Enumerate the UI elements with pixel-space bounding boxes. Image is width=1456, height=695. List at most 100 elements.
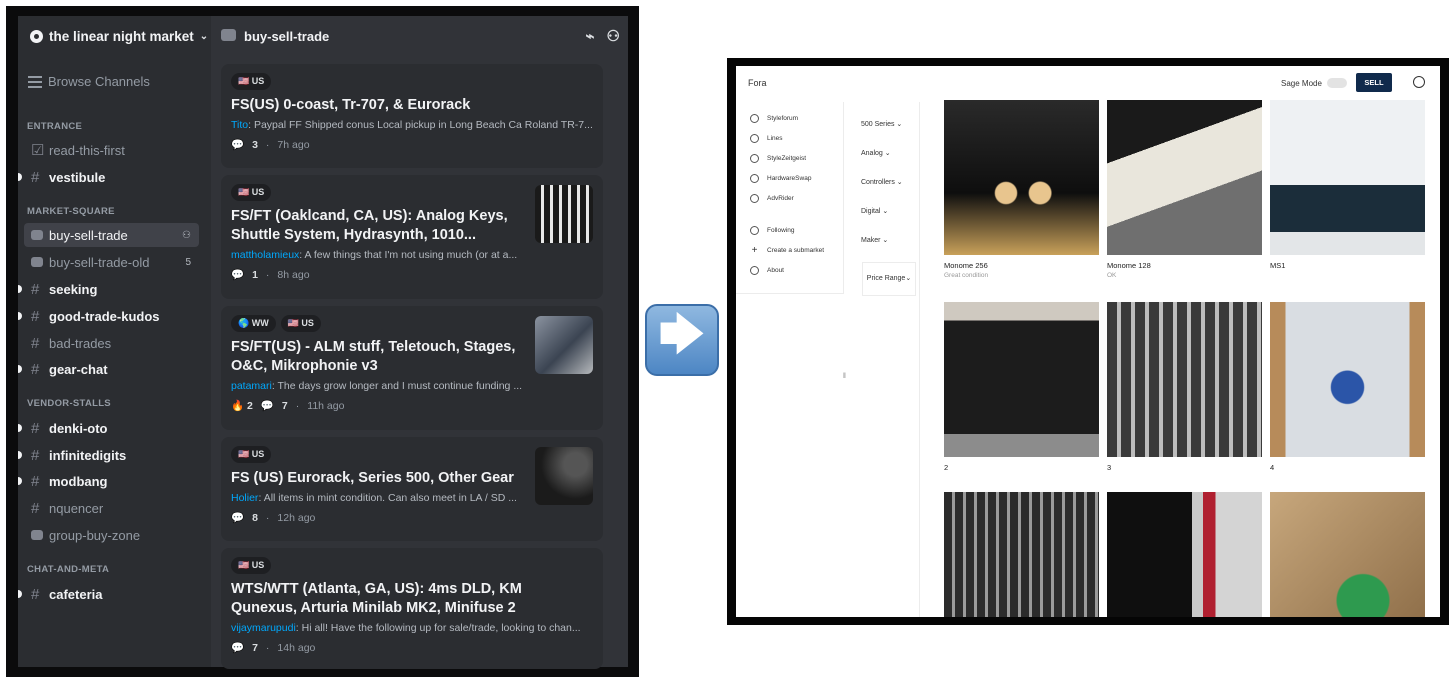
filter-maker[interactable]: Maker ⌄ <box>861 236 888 244</box>
listing-card[interactable] <box>1107 492 1262 617</box>
listing-title: Monome 256 <box>944 261 988 270</box>
channel-label: buy-sell-trade-old <box>49 254 150 270</box>
unread-indicator <box>18 424 22 432</box>
listing-image[interactable] <box>944 492 1099 617</box>
submarket-item[interactable]: Lines <box>750 134 783 143</box>
forum-post[interactable]: 🇺🇸 US WTS/WTT (Atlanta, GA, US): 4ms DLD… <box>221 548 603 669</box>
filter-analog[interactable]: Analog ⌄ <box>861 149 891 157</box>
channel-group-buy-zone[interactable]: group-buy-zone <box>24 523 199 547</box>
about-link[interactable]: About <box>750 266 784 275</box>
channel-gear-chat[interactable]: # gear-chat <box>18 357 199 381</box>
listing-card[interactable] <box>944 492 1099 617</box>
tag-badge[interactable]: 🇺🇸 US <box>231 184 272 201</box>
listing-image[interactable] <box>1107 302 1262 457</box>
reply-count: 1 <box>252 268 258 281</box>
post-thumbnail[interactable] <box>535 316 593 374</box>
submarket-item[interactable]: Styleforum <box>750 114 798 123</box>
channel-seeking[interactable]: # seeking <box>18 277 199 301</box>
submarket-item[interactable]: AdvRider <box>750 194 794 203</box>
channel-vestibule[interactable]: # vestibule <box>18 165 199 189</box>
server-header[interactable]: the linear night market ⌄ <box>18 16 211 56</box>
replies-icon: 💬 <box>231 139 245 151</box>
add-member-icon[interactable]: ⚇ <box>182 230 191 241</box>
listing-card[interactable]: MS1 <box>1270 100 1425 272</box>
channel-buy-sell-trade[interactable]: buy-sell-trade ⚇ <box>24 223 199 247</box>
filter-digital[interactable]: Digital ⌄ <box>861 207 888 215</box>
submarket-item[interactable]: StyleZeitgeist <box>750 154 806 163</box>
forum-post[interactable]: 🇺🇸 US FS(US) 0-coast, Tr-707, & Eurorack… <box>221 64 603 168</box>
category-market-square[interactable]: MARKET-SQUARE <box>27 206 115 217</box>
listing-image[interactable] <box>1270 492 1425 617</box>
channel-buy-sell-trade-old[interactable]: buy-sell-trade-old 5 <box>24 250 199 274</box>
filter-controllers[interactable]: Controllers ⌄ <box>861 178 903 186</box>
channel-bad-trades[interactable]: # bad-trades <box>24 331 199 355</box>
filter-label: Controllers <box>861 179 895 186</box>
category-vendor-stalls[interactable]: VENDOR-STALLS <box>27 398 111 409</box>
post-author[interactable]: vijaymarupudi <box>231 622 296 634</box>
channel-nquencer[interactable]: # nquencer <box>24 496 199 520</box>
channel-modbang[interactable]: # modbang <box>18 469 199 493</box>
listing-image[interactable] <box>1270 302 1425 457</box>
following-link[interactable]: Following <box>750 226 794 235</box>
category-entrance[interactable]: ENTRANCE <box>27 121 82 132</box>
listing-image[interactable] <box>1107 100 1262 255</box>
post-meta: 💬 3 · 7h ago <box>231 138 310 152</box>
browse-channels[interactable]: Browse Channels <box>28 74 150 89</box>
listing-image[interactable] <box>1107 492 1262 617</box>
channel-label: gear-chat <box>49 361 108 377</box>
collapse-sidebar-handle[interactable]: ‖ <box>843 373 846 380</box>
listing-subtitle: Great condition <box>944 272 989 279</box>
post-thumbnail[interactable] <box>535 447 593 505</box>
channel-cafeteria[interactable]: # cafeteria <box>18 582 199 606</box>
sell-button[interactable]: SELL <box>1356 73 1392 92</box>
post-thumbnail[interactable] <box>535 185 593 243</box>
forum-post[interactable]: 🇺🇸 US FS/FT (Oaklcand, CA, US): Analog K… <box>221 175 603 299</box>
reply-count: 7 <box>252 641 258 654</box>
following-icon <box>750 226 759 235</box>
post-time: 14h ago <box>277 641 316 654</box>
submarket-item[interactable]: HardwareSwap <box>750 174 811 183</box>
listing-card[interactable]: 4 <box>1270 302 1425 474</box>
reply-count: 3 <box>252 138 258 151</box>
channel-label: vestibule <box>49 169 106 185</box>
tag-badge[interactable]: 🇺🇸 US <box>231 557 272 574</box>
tag-badge[interactable]: 🌎 WW <box>231 315 276 332</box>
hash-icon: # <box>31 307 40 325</box>
post-author[interactable]: patamari <box>231 380 272 392</box>
category-chat-and-meta[interactable]: CHAT-AND-META <box>27 564 109 575</box>
brand-logo[interactable]: Fora <box>748 78 767 88</box>
mute-notifications-icon[interactable]: ⌁ <box>586 27 595 45</box>
listing-image[interactable] <box>1270 100 1425 255</box>
post-title: FS/FT (Oaklcand, CA, US): Analog Keys, S… <box>231 208 508 243</box>
listing-card[interactable]: Monome 256 Great condition <box>944 100 1099 279</box>
listing-card[interactable]: 3 <box>1107 302 1262 474</box>
listing-card[interactable] <box>1270 492 1425 617</box>
server-name: the linear night market <box>49 28 194 44</box>
replies-icon: 💬 <box>260 400 274 412</box>
forum-post[interactable]: 🌎 WW 🇺🇸 US FS/FT(US) - ALM stuff, Teletou… <box>221 306 603 430</box>
sage-mode-toggle[interactable] <box>1326 78 1347 88</box>
tag-badge[interactable]: 🇺🇸 US <box>231 446 272 463</box>
channel-infinitedigits[interactable]: # infinitedigits <box>18 443 199 467</box>
filter-500-series[interactable]: 500 Series ⌄ <box>861 120 902 128</box>
sage-mode-control[interactable]: Sage Mode <box>1281 78 1347 88</box>
reaction-badge[interactable]: 🔥 2 <box>231 399 253 412</box>
create-submarket-link[interactable]: + Create a submarket <box>750 246 825 256</box>
post-author[interactable]: Holier <box>231 492 258 504</box>
channel-read-this-first[interactable]: ☑ read-this-first <box>24 138 199 162</box>
post-author[interactable]: mattholamieux <box>231 249 299 261</box>
listing-image[interactable] <box>944 302 1099 457</box>
user-avatar-icon[interactable] <box>1413 76 1425 88</box>
channel-denki-oto[interactable]: # denki-oto <box>18 416 199 440</box>
member-list-icon[interactable]: ⚇ <box>607 27 620 45</box>
channel-good-trade-kudos[interactable]: # good-trade-kudos <box>18 304 199 328</box>
listing-card[interactable]: Monome 128 OK <box>1107 100 1262 279</box>
tag-badge[interactable]: 🇺🇸 US <box>231 73 272 90</box>
filter-price-range[interactable]: Price Range ⌄ <box>862 262 916 296</box>
forum-post[interactable]: 🇺🇸 US FS (US) Eurorack, Series 500, Othe… <box>221 437 603 541</box>
tag-badge[interactable]: 🇺🇸 US <box>280 315 321 332</box>
listing-card[interactable]: 2 <box>944 302 1099 474</box>
unread-indicator <box>18 285 22 293</box>
post-author[interactable]: Tito <box>231 119 248 131</box>
listing-image[interactable] <box>944 100 1099 255</box>
